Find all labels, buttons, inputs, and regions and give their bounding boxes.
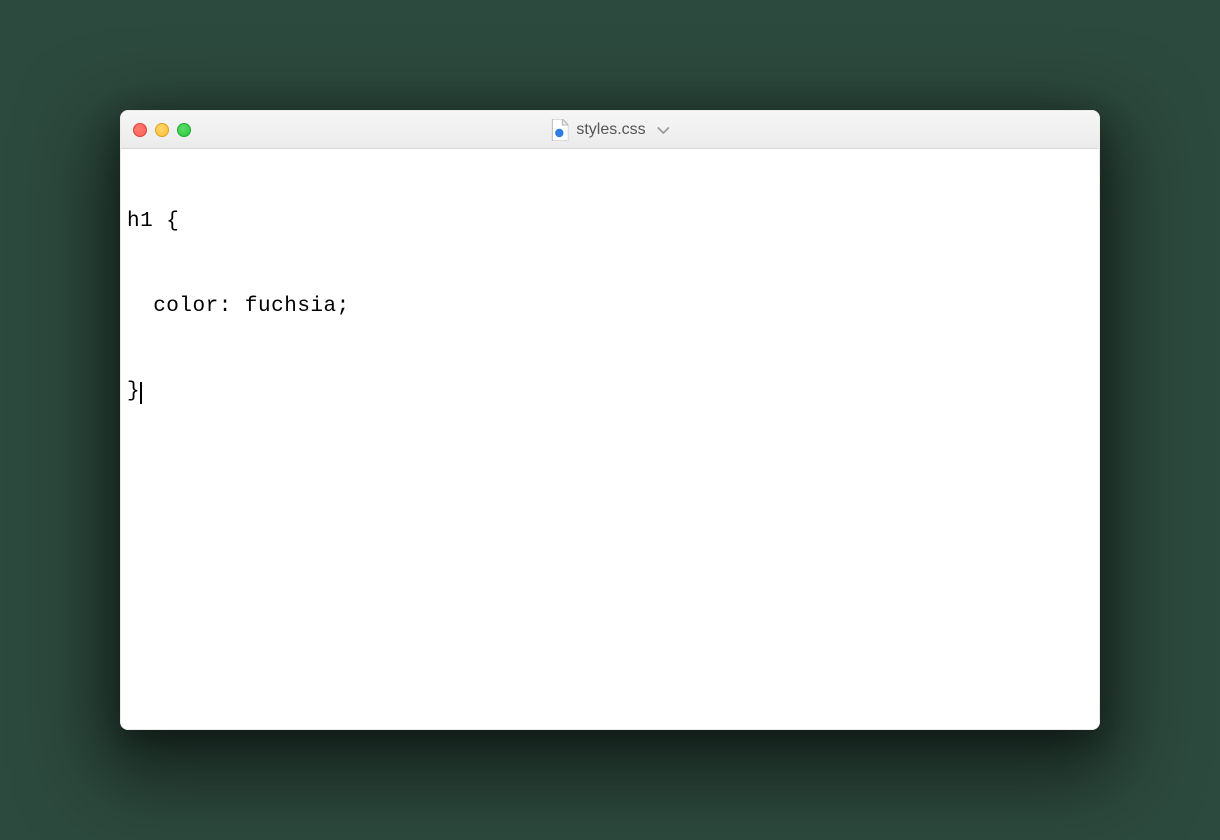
window-title: styles.css [576,121,645,139]
window-title-group[interactable]: styles.css [550,119,669,141]
text-editor-area[interactable]: h1 { color: fuchsia; } [121,149,1099,729]
code-line: } [127,378,1093,406]
code-line: h1 { [127,208,1093,236]
minimize-button[interactable] [155,123,169,137]
text-cursor [140,382,142,404]
traffic-lights [133,123,191,137]
code-text: } [127,380,140,403]
code-line: color: fuchsia; [127,293,1093,321]
titlebar[interactable]: styles.css [121,111,1099,149]
editor-window: styles.css h1 { color: fuchsia; } [120,110,1100,730]
css-file-icon [550,119,568,141]
chevron-down-icon[interactable] [658,122,670,138]
close-button[interactable] [133,123,147,137]
maximize-button[interactable] [177,123,191,137]
